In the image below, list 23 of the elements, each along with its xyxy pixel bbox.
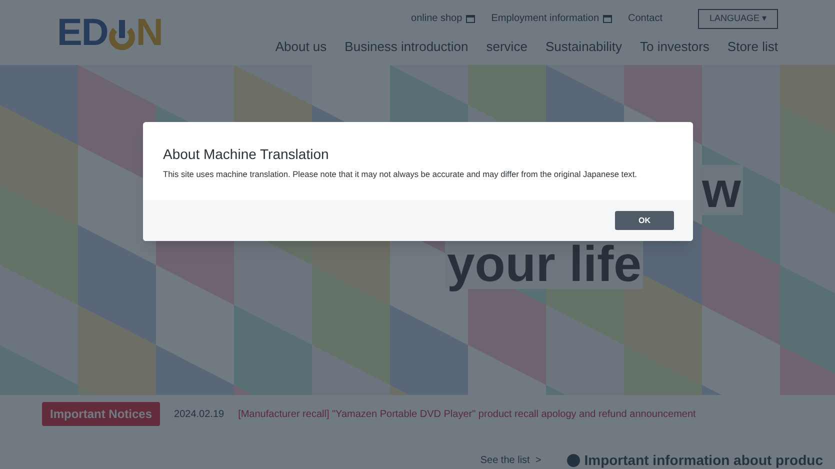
- nav-link[interactable]: To investors: [640, 36, 710, 56]
- nav-link[interactable]: Business introduction: [344, 36, 468, 56]
- nav-link[interactable]: service: [486, 36, 528, 56]
- utility-link[interactable]: Employment information: [491, 11, 612, 26]
- logo[interactable]: ED N: [57, 14, 162, 52]
- see-list-link[interactable]: See the list >: [480, 453, 542, 468]
- nav-link[interactable]: About us: [275, 36, 327, 56]
- modal-body-text: This site uses machine translation. Please note that it may not always be accurate and may differ from the original Japanese text.: [163, 168, 638, 180]
- section-heading: Important information about produc: [584, 451, 823, 469]
- power-icon: [108, 20, 135, 52]
- notice-link[interactable]: [Manufacturer recall] "Yamazen Portable DVD Player" product recall apology and refund announcement: [238, 406, 696, 422]
- hero-text: your life: [445, 239, 644, 289]
- modal-title: About Machine Translation: [163, 145, 330, 164]
- info-icon: [567, 454, 580, 467]
- utility-link[interactable]: online shop: [411, 11, 476, 26]
- ok-button[interactable]: OK: [615, 211, 674, 230]
- utility-link[interactable]: Contact: [628, 11, 662, 26]
- nav-link[interactable]: Store list: [727, 36, 778, 56]
- hero-text: w: [700, 165, 743, 215]
- nav-link[interactable]: Sustainability: [545, 36, 622, 56]
- notice-date: 2024.02.19: [174, 408, 224, 422]
- language-button[interactable]: LANGUAGE ▾: [698, 9, 778, 28]
- important-notices-badge: Important Notices: [42, 402, 160, 426]
